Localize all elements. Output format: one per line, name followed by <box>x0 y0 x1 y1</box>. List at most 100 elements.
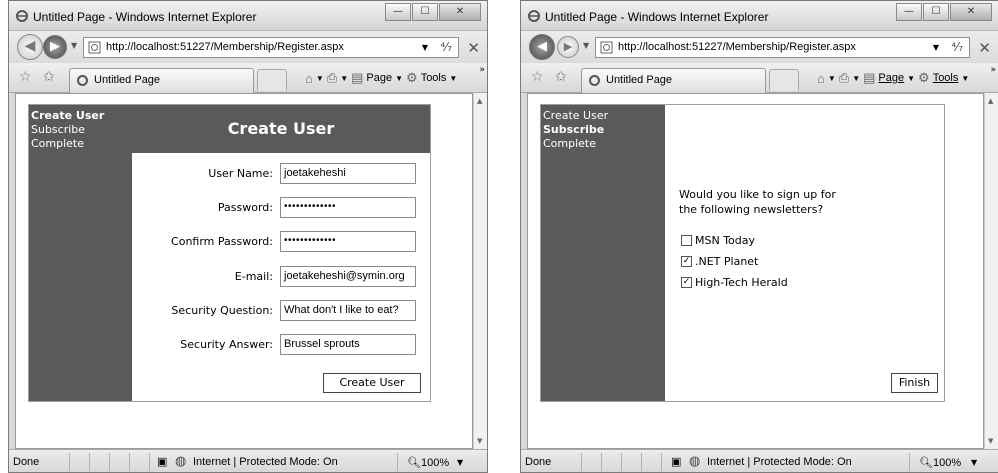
address-toolbar: ◀ ▶ ▼ http://localhost:51227/Membership/… <box>521 31 998 63</box>
scroll-up-icon[interactable]: ▲ <box>988 97 993 105</box>
security-question-label: Security Question: <box>171 304 273 317</box>
forward-button[interactable]: ▶ <box>43 35 67 59</box>
favorites-star-icon[interactable]: ☆ <box>19 69 32 85</box>
form-row-security-answer: Security Answer: Brussel sprouts <box>132 334 430 356</box>
minimize-button[interactable]: — <box>385 3 411 21</box>
form-row-confirm-password: Confirm Password: ••••••••••••• <box>132 231 430 253</box>
zone-status[interactable]: Internet | Protected Mode: On <box>707 456 852 468</box>
zone-status[interactable]: Internet | Protected Mode: On <box>193 456 338 468</box>
new-tab-button[interactable] <box>769 69 799 91</box>
scroll-up-icon[interactable]: ▲ <box>477 97 482 105</box>
recent-pages-dropdown-icon[interactable]: ▼ <box>583 41 589 50</box>
print-dropdown-icon[interactable]: ▼ <box>852 74 860 83</box>
page-dropdown-icon[interactable]: ▼ <box>395 74 403 83</box>
msn-today-label: MSN Today <box>695 233 756 247</box>
favorites-star-icon[interactable]: ☆ <box>531 69 544 85</box>
recent-pages-dropdown-icon[interactable]: ▼ <box>71 41 77 50</box>
newsletter-option-net-planet[interactable]: ✓ .NET Planet <box>681 254 758 268</box>
page-menu[interactable]: Page <box>878 72 904 84</box>
stop-icon[interactable]: ✕ <box>467 39 480 57</box>
msn-today-checkbox[interactable] <box>681 234 692 246</box>
maximize-button[interactable]: ☐ <box>923 3 949 21</box>
security-question-input[interactable]: What don't I like to eat? <box>280 300 416 321</box>
newsletter-option-msn-today[interactable]: MSN Today <box>681 233 755 247</box>
stop-icon[interactable]: ✕ <box>978 39 991 57</box>
sidebar-step-subscribe[interactable]: Subscribe <box>31 123 132 137</box>
page-menu[interactable]: Page <box>366 72 392 84</box>
refresh-icon[interactable]: ⁴⁄₇ <box>440 40 452 54</box>
zoom-dropdown-icon[interactable]: ▼ <box>971 458 977 467</box>
high-tech-herald-checkbox[interactable]: ✓ <box>681 276 692 288</box>
internet-zone-icon: ◍ <box>175 454 187 469</box>
internet-zone-icon: ◍ <box>689 454 701 469</box>
print-icon[interactable]: ⎙ <box>839 70 849 86</box>
tools-gear-icon: ⚙ <box>918 70 930 85</box>
email-input[interactable]: joetakeheshi@symin.org <box>280 266 416 287</box>
browser-tab[interactable]: Untitled Page <box>581 68 766 93</box>
newsletter-option-high-tech-herald[interactable]: ✓ High-Tech Herald <box>681 275 788 289</box>
refresh-icon[interactable]: ⁴⁄₇ <box>951 40 963 54</box>
new-tab-button[interactable] <box>257 69 287 91</box>
title-bar[interactable]: Untitled Page - Windows Internet Explore… <box>9 1 487 31</box>
zoom-dropdown-icon[interactable]: ▼ <box>457 458 463 467</box>
password-input[interactable]: ••••••••••••• <box>280 197 416 218</box>
tools-dropdown-icon[interactable]: ▼ <box>961 74 969 83</box>
zoom-level[interactable]: 🔍︎100% <box>407 456 449 469</box>
sidebar-step-create-user[interactable]: Create User <box>31 109 132 123</box>
scroll-down-icon[interactable]: ▼ <box>477 437 482 445</box>
sidebar-step-complete[interactable]: Complete <box>31 137 132 151</box>
protected-mode-icon: ▣ <box>671 455 682 468</box>
home-icon[interactable]: ⌂ <box>305 71 313 86</box>
maximize-button[interactable]: ☐ <box>412 3 438 21</box>
title-bar[interactable]: Untitled Page - Windows Internet Explore… <box>521 1 998 31</box>
page-menu-icon: ▤ <box>351 70 364 85</box>
address-bar[interactable]: http://localhost:51227/Membership/Regist… <box>83 37 480 58</box>
home-dropdown-icon[interactable]: ▼ <box>316 74 324 83</box>
confirm-password-input[interactable]: ••••••••••••• <box>280 231 416 252</box>
finish-button[interactable]: Finish <box>891 373 938 393</box>
more-chevron-icon[interactable]: » <box>479 65 485 75</box>
back-button[interactable]: ◀ <box>529 34 555 60</box>
sidebar-step-subscribe[interactable]: Subscribe <box>543 123 665 137</box>
vertical-scrollbar[interactable]: ▲ ▼ <box>473 93 487 449</box>
forward-button[interactable]: ▶ <box>557 36 579 58</box>
home-dropdown-icon[interactable]: ▼ <box>828 74 836 83</box>
tools-menu[interactable]: Tools <box>421 72 447 84</box>
status-text: Done <box>13 456 40 468</box>
close-button[interactable]: ✕ <box>950 3 992 21</box>
minimize-button[interactable]: — <box>896 3 922 21</box>
command-bar: ☆ ✩ Untitled Page ⌂ ▼ ⎙ ▼ ▤ Page ▼ ⚙ Tools ▼ » <box>9 63 487 93</box>
more-chevron-icon[interactable]: » <box>990 65 996 75</box>
back-button[interactable]: ◀ <box>17 34 43 60</box>
status-bar: Done ▣ ◍ Internet | Protected Mode: On 🔍… <box>9 449 487 472</box>
tools-menu[interactable]: Tools <box>933 72 959 84</box>
browser-tab[interactable]: Untitled Page <box>69 68 254 93</box>
page-dropdown-icon[interactable]: ▼ <box>907 74 915 83</box>
wizard-sidebar: Create User Subscribe Complete <box>541 105 665 401</box>
wizard-main: Create User User Name: joetakeheshi Pass… <box>132 105 430 401</box>
tools-dropdown-icon[interactable]: ▼ <box>449 74 457 83</box>
print-icon[interactable]: ⎙ <box>327 70 337 86</box>
scroll-down-icon[interactable]: ▼ <box>988 437 993 445</box>
create-user-button[interactable]: Create User <box>323 373 421 393</box>
address-text[interactable]: http://localhost:51227/Membership/Regist… <box>618 41 856 53</box>
zoom-level[interactable]: 🔍︎100% <box>919 456 961 469</box>
address-dropdown-icon[interactable]: ▼ <box>422 43 428 52</box>
add-favorites-icon[interactable]: ✩ <box>555 69 567 85</box>
page-content: Create User Subscribe Complete Create Us… <box>15 93 473 449</box>
username-input[interactable]: joetakeheshi <box>280 163 416 184</box>
print-dropdown-icon[interactable]: ▼ <box>340 74 348 83</box>
sidebar-step-create-user[interactable]: Create User <box>543 109 665 123</box>
address-text[interactable]: http://localhost:51227/Membership/Regist… <box>106 41 344 53</box>
address-bar[interactable]: http://localhost:51227/Membership/Regist… <box>595 37 991 58</box>
vertical-scrollbar[interactable]: ▲ ▼ <box>984 93 998 449</box>
subscribe-wizard: Create User Subscribe Complete Would you… <box>540 104 945 402</box>
add-favorites-icon[interactable]: ✩ <box>43 69 55 85</box>
security-answer-input[interactable]: Brussel sprouts <box>280 334 416 355</box>
home-icon[interactable]: ⌂ <box>817 71 825 86</box>
close-button[interactable]: ✕ <box>439 3 481 21</box>
address-dropdown-icon[interactable]: ▼ <box>933 43 939 52</box>
form-row-email: E-mail: joetakeheshi@symin.org <box>132 266 430 288</box>
net-planet-checkbox[interactable]: ✓ <box>681 255 692 267</box>
sidebar-step-complete[interactable]: Complete <box>543 137 665 151</box>
